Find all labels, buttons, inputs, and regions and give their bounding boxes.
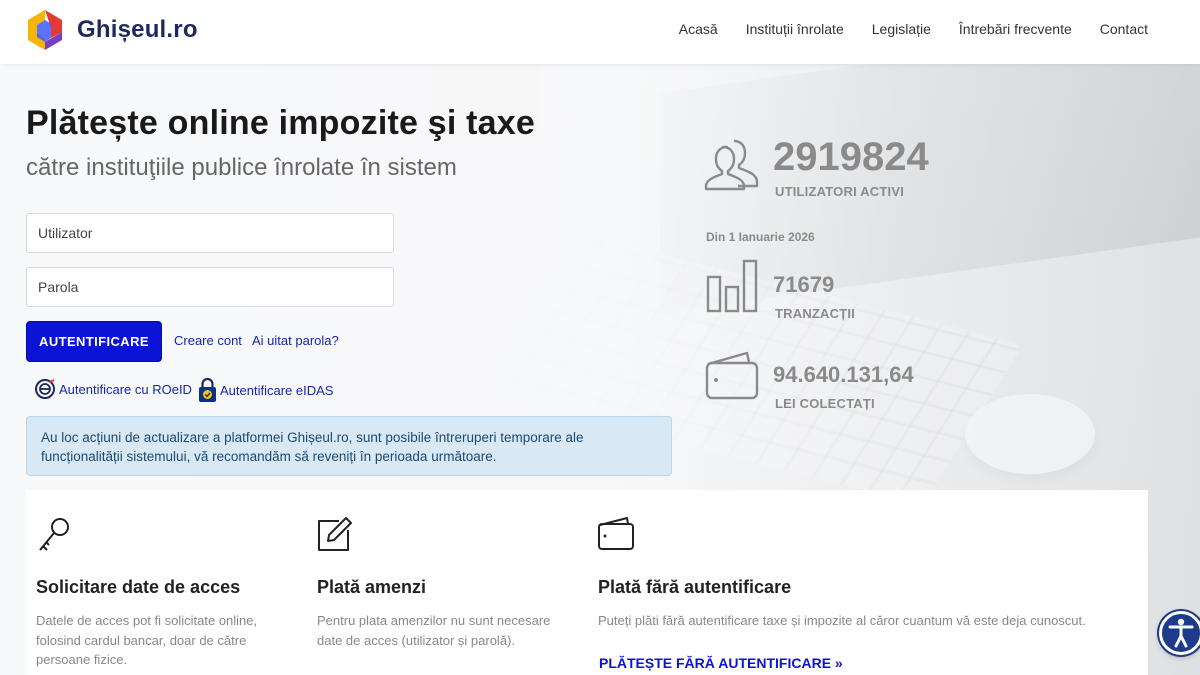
logo-icon [28, 10, 62, 50]
transactions-value: 71679 [773, 272, 835, 297]
padlock-icon [199, 377, 216, 402]
active-users-value: 2919824 [773, 135, 929, 179]
card-pay-no-auth-title: Plată fără autentificare [598, 577, 792, 597]
card-fines-title: Plată amenzi [317, 577, 427, 597]
collected-value: 94.640.131,64 [773, 362, 914, 387]
brand-name: Ghișeul.ro [77, 16, 198, 43]
logo[interactable]: Ghișeul.ro [25, 8, 198, 52]
accessibility-icon [1168, 618, 1194, 648]
collected-label: LEI COLECTAȚI [775, 396, 875, 411]
transactions-label: TRANZACȚII [775, 306, 855, 321]
username-input[interactable] [26, 213, 394, 253]
create-account-link[interactable]: Creare cont [174, 333, 242, 348]
card-access-request-text: Datele de acces pot fi solicitate online… [36, 613, 258, 667]
page-subtitle: către instituţiile publice înrolate în s… [26, 154, 457, 181]
roeid-label: Autentificare cu ROeID [59, 381, 192, 397]
page-title: Plătește online impozite şi taxe [26, 104, 535, 142]
wallet-icon [598, 517, 634, 550]
stats-since-label: Din 1 Ianuarie 2026 [706, 230, 815, 244]
nav-home[interactable]: Acasă [679, 21, 718, 37]
active-users-label: UTILIZATORI ACTIVI [775, 184, 905, 199]
main-nav: Acasă Instituții înrolate Legislație Înt… [679, 21, 1148, 37]
nav-legislation[interactable]: Legislație [872, 21, 931, 37]
login-button[interactable]: AUTENTIFICARE [26, 321, 162, 362]
password-input[interactable] [26, 267, 394, 307]
users-icon [704, 139, 759, 191]
forgot-password-link[interactable]: Ai uitat parola? [252, 333, 339, 348]
pay-without-auth-link[interactable]: PLĂTEȘTE FĂRĂ AUTENTIFICARE » [599, 655, 843, 671]
key-icon [39, 518, 69, 551]
maintenance-notice: Au loc acțiuni de actualizare a platform… [26, 416, 672, 476]
roeid-icon [35, 379, 55, 399]
wallet-icon [705, 351, 759, 400]
nav-faq[interactable]: Întrebări frecvente [959, 21, 1072, 37]
roeid-login-link[interactable]: Autentificare cu ROeID [34, 377, 192, 401]
eidas-label: Autentificare eIDAS [220, 382, 334, 398]
card-fines-text: Pentru plata amenzilor nu sunt necesare … [317, 613, 551, 648]
accessibility-button[interactable] [1159, 611, 1200, 655]
nav-institutions[interactable]: Instituții înrolate [746, 21, 844, 37]
bar-chart-icon [706, 259, 758, 313]
card-access-request-title: Solicitare date de acces [36, 577, 241, 597]
eidas-login-link[interactable]: Autentificare eIDAS [198, 377, 333, 403]
card-pay-no-auth-text: Puteți plăti fără autentificare taxe și … [598, 613, 1086, 628]
site-header: Ghișeul.ro Acasă Instituții înrolate Leg… [0, 0, 1200, 64]
services-panel: Solicitare date de acces Datele de acces… [26, 490, 1148, 675]
edit-icon [318, 517, 352, 551]
nav-contact[interactable]: Contact [1100, 21, 1148, 37]
